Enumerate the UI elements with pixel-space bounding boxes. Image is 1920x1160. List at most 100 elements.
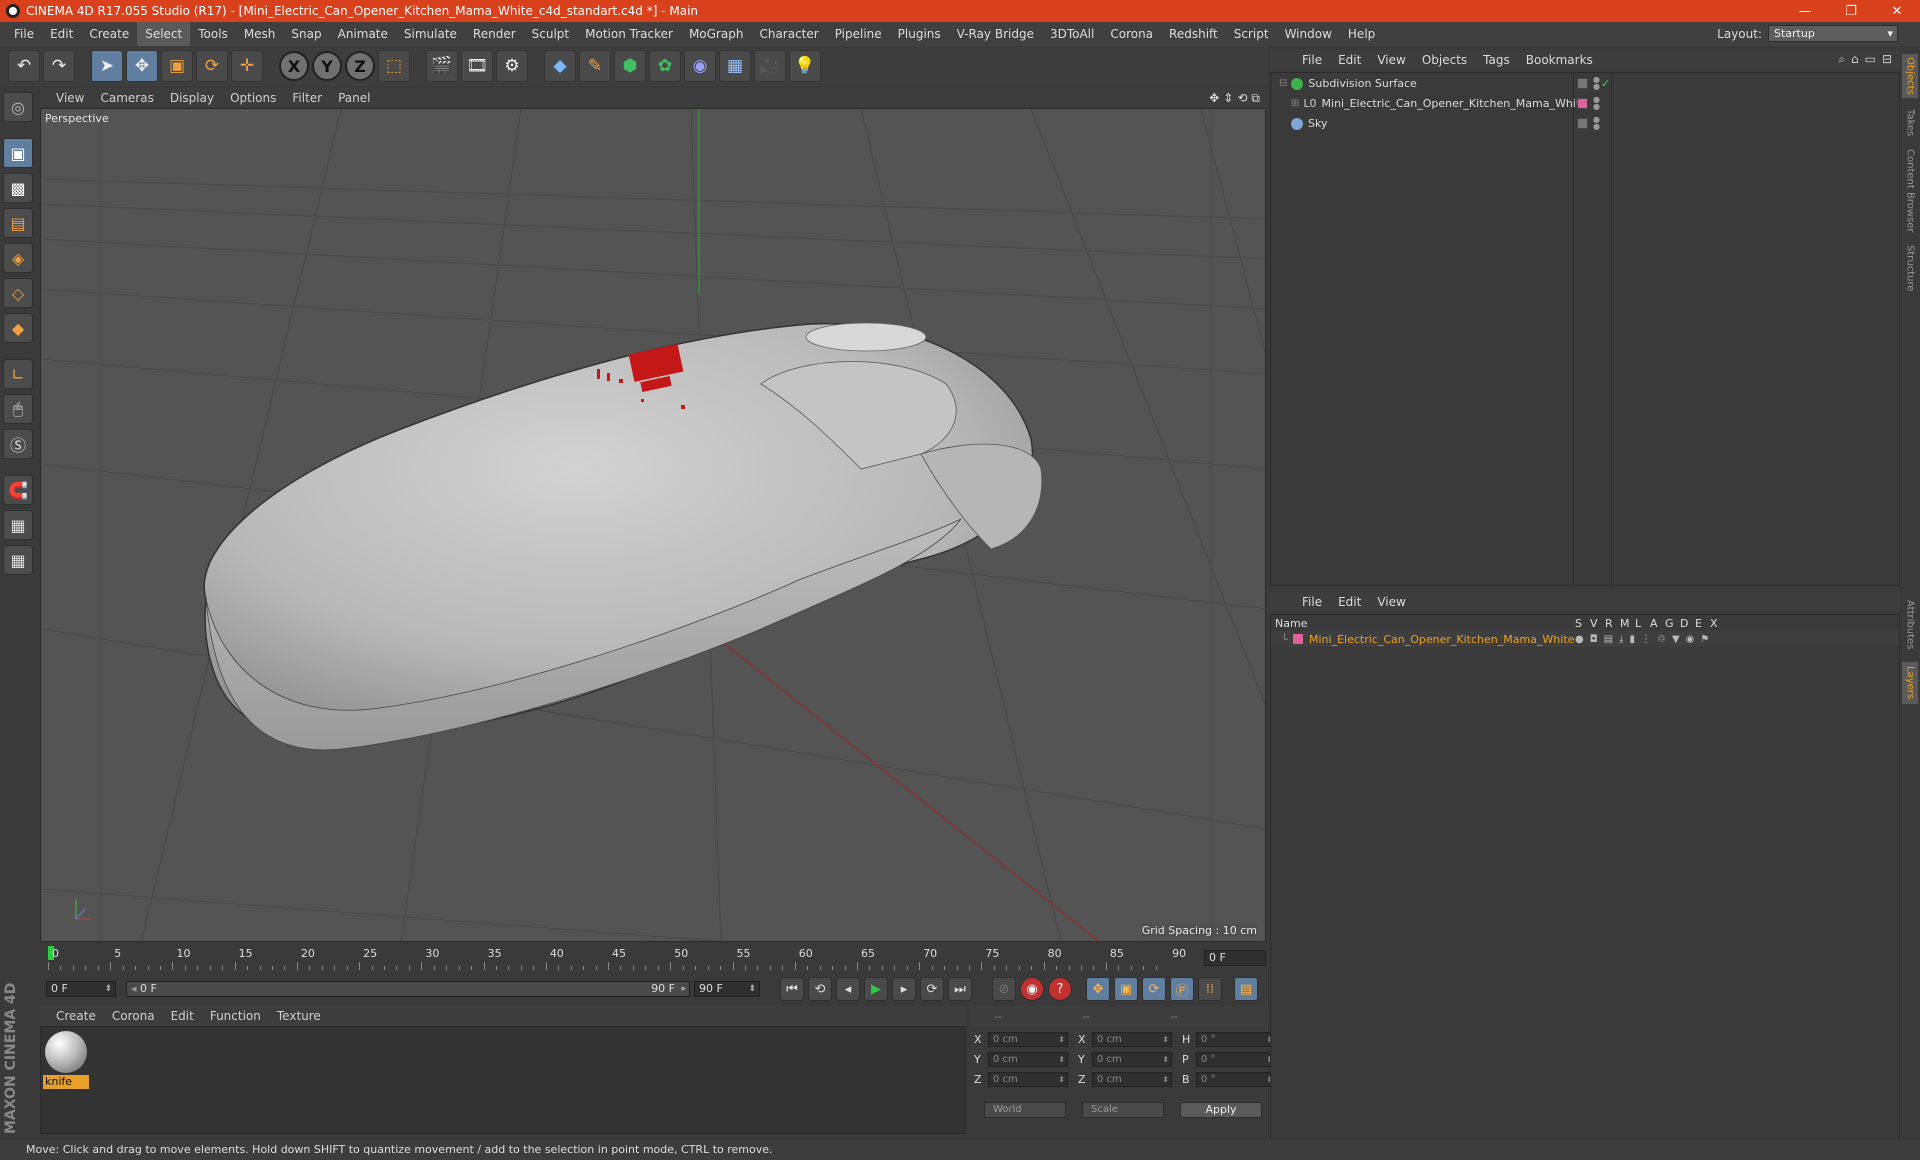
visibility-dots-icon[interactable]: ● ● — [1593, 116, 1600, 131]
material-menu-edit[interactable]: Edit — [163, 1009, 202, 1023]
menu-redshift[interactable]: Redshift — [1161, 22, 1226, 46]
search-icon[interactable]: ⌕ — [1838, 52, 1845, 67]
lock-panel-icon[interactable]: ⊟ — [1882, 52, 1892, 67]
light-icon[interactable]: 💡 — [789, 50, 821, 82]
render-to-picture-viewer-icon[interactable]: 🎞 — [461, 50, 493, 82]
rotation-b-field[interactable]: 0 ° — [1196, 1072, 1276, 1087]
maximize-view-icon[interactable]: ⧉ — [1251, 91, 1260, 106]
rotate-tool-icon[interactable]: ⟳ — [196, 50, 228, 82]
object-row-subdivision-surface[interactable]: ⊟ Subdivision Surface ● ● ✓ — [1271, 74, 1899, 93]
go-to-end-icon[interactable]: ⏭ — [948, 977, 972, 1001]
menu-file[interactable]: File — [6, 22, 42, 46]
y-axis-lock-icon[interactable]: Y — [312, 51, 342, 81]
menu-sculpt[interactable]: Sculpt — [524, 22, 577, 46]
locked-workplane-icon[interactable]: ▦ — [3, 510, 33, 540]
collapse-icon[interactable]: ⊟ — [1279, 74, 1287, 93]
position-z-field[interactable]: 0 cm — [988, 1072, 1068, 1087]
menu-mograph[interactable]: MoGraph — [681, 22, 752, 46]
material-menu-texture[interactable]: Texture — [269, 1009, 329, 1023]
next-key-icon[interactable]: ⟳ — [920, 977, 944, 1001]
coordinate-system-icon[interactable]: ⬚ — [378, 50, 410, 82]
menu-mesh[interactable]: Mesh — [236, 22, 284, 46]
current-frame-field[interactable]: 0 F — [1204, 950, 1266, 966]
tab-takes[interactable]: Takes — [1902, 104, 1918, 142]
make-editable-icon[interactable]: ◎ — [3, 92, 33, 122]
om-menu-objects[interactable]: Objects — [1414, 53, 1475, 67]
rotation-h-field[interactable]: 0 ° — [1196, 1032, 1276, 1047]
tab-content-browser[interactable]: Content Browser — [1902, 148, 1918, 234]
key-scale-icon[interactable]: ▣ — [1114, 977, 1138, 1001]
previous-key-icon[interactable]: ⟲ — [808, 977, 832, 1001]
close-icon[interactable]: ✕ — [1874, 4, 1920, 19]
deformer-icon[interactable]: ◉ — [684, 50, 716, 82]
visibility-dots-icon[interactable]: ● ● — [1593, 76, 1600, 91]
size-y-field[interactable]: 0 cm — [1092, 1052, 1172, 1067]
size-z-field[interactable]: 0 cm — [1092, 1072, 1172, 1087]
workplane-icon[interactable]: ▤ — [3, 208, 33, 238]
undo-icon[interactable]: ↶ — [8, 50, 40, 82]
range-slider[interactable]: ◂ 0 F 90 F ▸ — [126, 981, 690, 997]
scale-tool-icon[interactable]: ▣ — [161, 50, 193, 82]
layer-color-swatch[interactable] — [1293, 634, 1303, 644]
enabled-check-icon[interactable]: ✓ — [1601, 74, 1610, 93]
menu-snap[interactable]: Snap — [283, 22, 329, 46]
key-point-level-icon[interactable]: ⁞⁞ — [1198, 977, 1222, 1001]
layer-flag-icons[interactable]: ●◘▤⤓▮⋮♲▼◉⚑ — [1575, 634, 1715, 645]
menu-help[interactable]: Help — [1340, 22, 1383, 46]
tab-structure[interactable]: Structure — [1902, 240, 1918, 296]
go-to-start-icon[interactable]: ⏮ — [780, 977, 804, 1001]
minimize-icon[interactable]: — — [1782, 4, 1828, 19]
dolly-view-icon[interactable]: ⇕ — [1223, 91, 1233, 106]
play-forward-icon[interactable]: ▶ — [864, 977, 888, 1001]
om-menu-tags[interactable]: Tags — [1475, 53, 1518, 67]
layer-tag-icon[interactable] — [1577, 78, 1588, 89]
layer-row[interactable]: └ Mini_Electric_Can_Opener_Kitchen_Mama_… — [1271, 631, 1899, 647]
points-mode-icon[interactable]: ◈ — [3, 243, 33, 273]
menu-character[interactable]: Character — [751, 22, 826, 46]
timeline-window-icon[interactable]: ▤ — [1234, 977, 1258, 1001]
render-view-icon[interactable]: 🎬 — [426, 50, 458, 82]
texture-mode-icon[interactable]: ▩ — [3, 173, 33, 203]
viewport-menu-options[interactable]: Options — [222, 91, 284, 105]
menu-pipeline[interactable]: Pipeline — [827, 22, 890, 46]
material-menu-corona[interactable]: Corona — [104, 1009, 163, 1023]
previous-frame-icon[interactable]: ◂ — [836, 977, 860, 1001]
viewport-menu-filter[interactable]: Filter — [284, 91, 330, 105]
material-manager-area[interactable]: knife — [40, 1026, 966, 1134]
layer-tag-icon[interactable] — [1577, 118, 1588, 129]
material-name-label[interactable]: knife — [43, 1075, 89, 1089]
apply-button[interactable]: Apply — [1180, 1102, 1262, 1118]
transform-tool-icon[interactable]: ✛ — [231, 50, 263, 82]
tab-attributes[interactable]: Attributes — [1902, 594, 1918, 656]
3d-viewport[interactable]: Perspective Grid Spacing : 10 cm — [40, 108, 1266, 942]
rotation-p-field[interactable]: 0 ° — [1196, 1052, 1276, 1067]
menu-3dtoall[interactable]: 3DToAll — [1042, 22, 1102, 46]
edges-mode-icon[interactable]: ◇ — [3, 278, 33, 308]
om-menu-file[interactable]: File — [1294, 53, 1330, 67]
tab-layers[interactable]: Layers — [1902, 662, 1918, 704]
viewport-menu-panel[interactable]: Panel — [330, 91, 378, 105]
subdivision-surface-icon[interactable]: ⬢ — [614, 50, 646, 82]
menu-simulate[interactable]: Simulate — [396, 22, 465, 46]
home-icon[interactable]: ⌂ — [1851, 52, 1859, 67]
menu-create[interactable]: Create — [81, 22, 137, 46]
key-parameter-icon[interactable]: Ⓟ — [1170, 977, 1194, 1001]
om-menu-bookmarks[interactable]: Bookmarks — [1518, 53, 1601, 67]
object-row-can-opener[interactable]: ⊞ L0 Mini_Electric_Can_Opener_Kitchen_Ma… — [1271, 94, 1899, 113]
size-x-field[interactable]: 0 cm — [1092, 1032, 1172, 1047]
axis-mode-icon[interactable]: ∟ — [3, 359, 33, 389]
next-frame-icon[interactable]: ▸ — [892, 977, 916, 1001]
position-x-field[interactable]: 0 cm — [988, 1032, 1068, 1047]
menu-animate[interactable]: Animate — [330, 22, 396, 46]
cube-primitive-icon[interactable]: ◆ — [544, 50, 576, 82]
live-selection-icon[interactable]: ➤ — [91, 50, 123, 82]
polygons-mode-icon[interactable]: ◆ — [3, 313, 33, 343]
menu-script[interactable]: Script — [1226, 22, 1277, 46]
menu-render[interactable]: Render — [465, 22, 524, 46]
orbit-view-icon[interactable]: ⟲ — [1237, 91, 1247, 106]
menu-plugins[interactable]: Plugins — [890, 22, 949, 46]
object-row-sky[interactable]: Sky ● ● — [1271, 114, 1899, 133]
snapping-icon[interactable]: 🧲 — [3, 475, 33, 505]
viewport-menu-cameras[interactable]: Cameras — [92, 91, 161, 105]
menu-vray-bridge[interactable]: V-Ray Bridge — [949, 22, 1042, 46]
